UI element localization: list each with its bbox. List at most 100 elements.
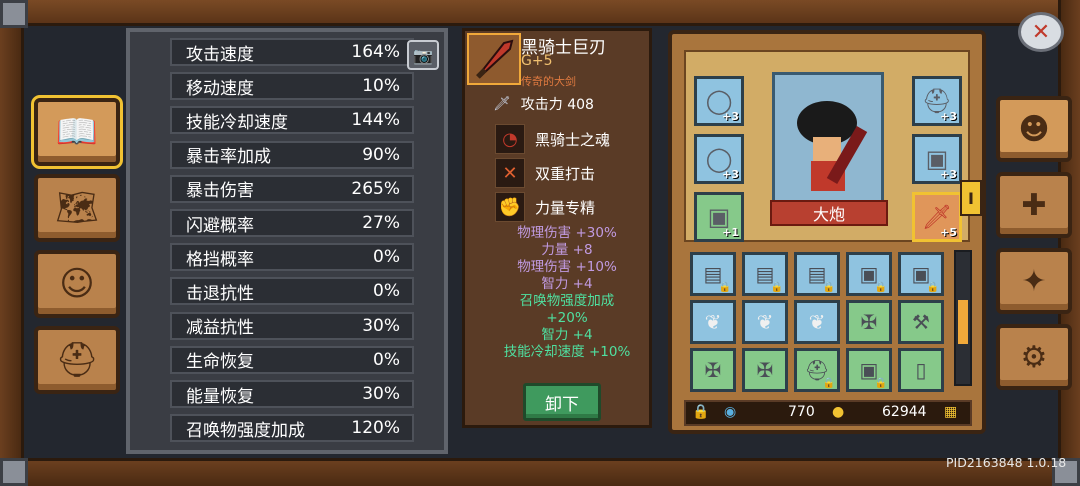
- close-button[interactable]: ✕: [1018, 12, 1064, 52]
- wood-frame-left: [0, 0, 24, 486]
- item-detail-panel: 黑骑士巨刃 G+5 传奇的大剑 🗡 攻击力 408 ◔ 黑骑士之魂 ✕ 双重打击 ✊ 力量…: [462, 28, 652, 428]
- gem-icon: ◉: [724, 404, 737, 420]
- stat-row: 格挡概率 0%: [170, 243, 414, 272]
- inventory-scrollbar[interactable]: [954, 250, 972, 386]
- stat-value: 27%: [362, 213, 400, 233]
- currency-bar: 🔒 ◉ 770 ● 62944 ▦: [684, 400, 972, 426]
- inventory-slot[interactable]: ▤ 🔒: [690, 252, 736, 296]
- inventory-slot[interactable]: ✠: [846, 300, 892, 344]
- inventory-slot[interactable]: ▯: [898, 348, 944, 392]
- upgrade-badge: +1: [722, 226, 739, 239]
- inventory-slot[interactable]: ▣ 🔒: [898, 252, 944, 296]
- item-bonus: 召唤物强度加成: [519, 293, 615, 309]
- lock-icon: 🔒: [770, 282, 783, 293]
- stat-label: 能量恢复: [186, 386, 254, 407]
- character-name-banner: 大炮: [770, 200, 888, 226]
- skill-row[interactable]: ◔ 黑骑士之魂: [495, 123, 645, 155]
- stat-label: 移动速度: [186, 78, 254, 99]
- wood-frame-top: [0, 0, 1080, 26]
- camera-button[interactable]: 📷: [407, 40, 439, 70]
- character-portrait: [772, 72, 884, 212]
- upgrade-badge: +3: [722, 110, 739, 123]
- item-bonus: 技能冷却速度 +10%: [503, 344, 631, 360]
- upgrade-badge: +3: [940, 110, 957, 123]
- stat-value: 0%: [373, 281, 400, 302]
- inventory-slot[interactable]: ▣ 🔒: [846, 252, 892, 296]
- gold-count: 62944: [882, 404, 927, 420]
- crossbow-icon: ✠: [704, 358, 722, 382]
- frame-corner: [0, 458, 28, 486]
- equip-slot-armor-1[interactable]: ▣ +1: [694, 192, 744, 242]
- strength-icon: ✊: [495, 192, 525, 222]
- tab-map[interactable]: 🗺: [34, 174, 120, 242]
- skill-label: 双重打击: [535, 164, 596, 183]
- inventory-slot[interactable]: ❦: [794, 300, 840, 344]
- inventory-slot[interactable]: ✠: [690, 348, 736, 392]
- upgrade-badge: +3: [722, 168, 739, 181]
- inventory-slot[interactable]: ❦: [742, 300, 788, 344]
- wood-frame-bottom: [0, 458, 1080, 486]
- inventory-slot[interactable]: ⚒: [898, 300, 944, 344]
- equip-slot-helmet-1[interactable]: ⛑ +3: [912, 76, 962, 126]
- stat-value: 144%: [351, 110, 400, 131]
- map-icon: 🗺: [55, 188, 99, 228]
- coin-icon: ●: [832, 404, 845, 420]
- item-bonus: 物理伤害 +30%: [517, 225, 617, 241]
- grid-icon[interactable]: ▦: [944, 404, 957, 420]
- equip-slot-weapon[interactable]: 🗡 +5: [912, 192, 962, 242]
- stat-row: 攻击速度 164%: [170, 38, 414, 66]
- stat-row: 能量恢复 30%: [170, 380, 414, 408]
- equip-slot-ring-2[interactable]: ◯ +3: [694, 134, 744, 184]
- scrollbar-thumb[interactable]: [958, 300, 968, 345]
- equip-slot-ring-1[interactable]: ◯ +3: [694, 76, 744, 126]
- stat-value: 265%: [351, 178, 400, 199]
- tab-character[interactable]: ☻: [996, 96, 1072, 162]
- skill-row[interactable]: ✊ 力量专精: [495, 191, 645, 223]
- unequip-button[interactable]: 卸下: [523, 383, 601, 421]
- lock-icon: 🔒: [718, 282, 731, 293]
- equip-slot-armor-2[interactable]: ▣ +3: [912, 134, 962, 184]
- tab-helmet[interactable]: ⛑: [34, 326, 120, 394]
- emote-icon: ☺: [59, 264, 95, 304]
- double-strike-icon: ✕: [495, 158, 525, 188]
- item-bonus: 力量 +8: [541, 242, 593, 258]
- inventory-slot[interactable]: ❦: [690, 300, 736, 344]
- lock-icon: 🔒: [874, 378, 887, 389]
- stat-value: 30%: [362, 384, 400, 404]
- lock-icon: 🔒: [926, 282, 939, 293]
- inventory-slot[interactable]: ▤ 🔒: [742, 252, 788, 296]
- item-grade: G+5: [521, 53, 553, 69]
- lock-icon: 🔒: [822, 282, 835, 293]
- item-header: 黑骑士巨刃 G+5 传奇的大剑: [465, 31, 649, 89]
- inventory-slot[interactable]: ⛑ 🔒: [794, 348, 840, 392]
- lock-icon[interactable]: 🔒: [692, 404, 709, 420]
- skill-label: 力量专精: [535, 198, 596, 217]
- book-icon: 📖: [55, 112, 99, 152]
- item-bonus-list: 物理伤害 +30% 力量 +8 物理伤害 +10% 智力 +4 召唤物强度加成 +20% 智…: [487, 225, 647, 375]
- skill-row[interactable]: ✕ 双重打击: [495, 157, 645, 189]
- version-label: PID2163848 1.0.18: [946, 455, 1067, 470]
- inventory-slot[interactable]: ✠: [742, 348, 788, 392]
- weapon-side-marker[interactable]: I: [960, 180, 982, 216]
- inventory-slot[interactable]: ▣ 🔒: [846, 348, 892, 392]
- tab-book[interactable]: 📖: [31, 95, 123, 169]
- dagger-icon: 🗡: [493, 96, 511, 112]
- gear-icon: ⚙: [1020, 339, 1048, 375]
- tab-emotes[interactable]: ☺: [34, 250, 120, 318]
- inventory-slot[interactable]: ▤ 🔒: [794, 252, 840, 296]
- tab-talents[interactable]: ✦: [996, 248, 1072, 314]
- stat-row: 闪避概率 27%: [170, 209, 414, 237]
- tab-settings[interactable]: ⚙: [996, 324, 1072, 390]
- item-attack: 🗡 攻击力 408: [493, 91, 643, 117]
- upgrade-badge: +3: [940, 168, 957, 181]
- inventory-grid: ▤ 🔒 ▤ 🔒 ▤ 🔒 ▣ 🔒 ▣ 🔒 ❦ ❦ ❦ ✠ ⚒ ✠ ✠ ⛑ 🔒 ▣ 🔒 ▯: [686, 248, 948, 392]
- tab-skills[interactable]: ✚: [996, 172, 1072, 238]
- stats-panel: 攻击速度 164% 移动速度 10% 技能冷却速度 144% 暴击率加成 90% 暴击伤害 265…: [126, 28, 448, 454]
- potion-icon: ▯: [915, 358, 927, 382]
- skill-label: 黑骑士之魂: [535, 130, 611, 149]
- lock-icon: 🔒: [822, 378, 835, 389]
- stat-label: 格挡概率: [186, 249, 254, 270]
- stat-label: 减益抗性: [186, 318, 254, 339]
- stat-value: 0%: [373, 349, 400, 370]
- stat-row: 击退抗性 0%: [170, 277, 414, 306]
